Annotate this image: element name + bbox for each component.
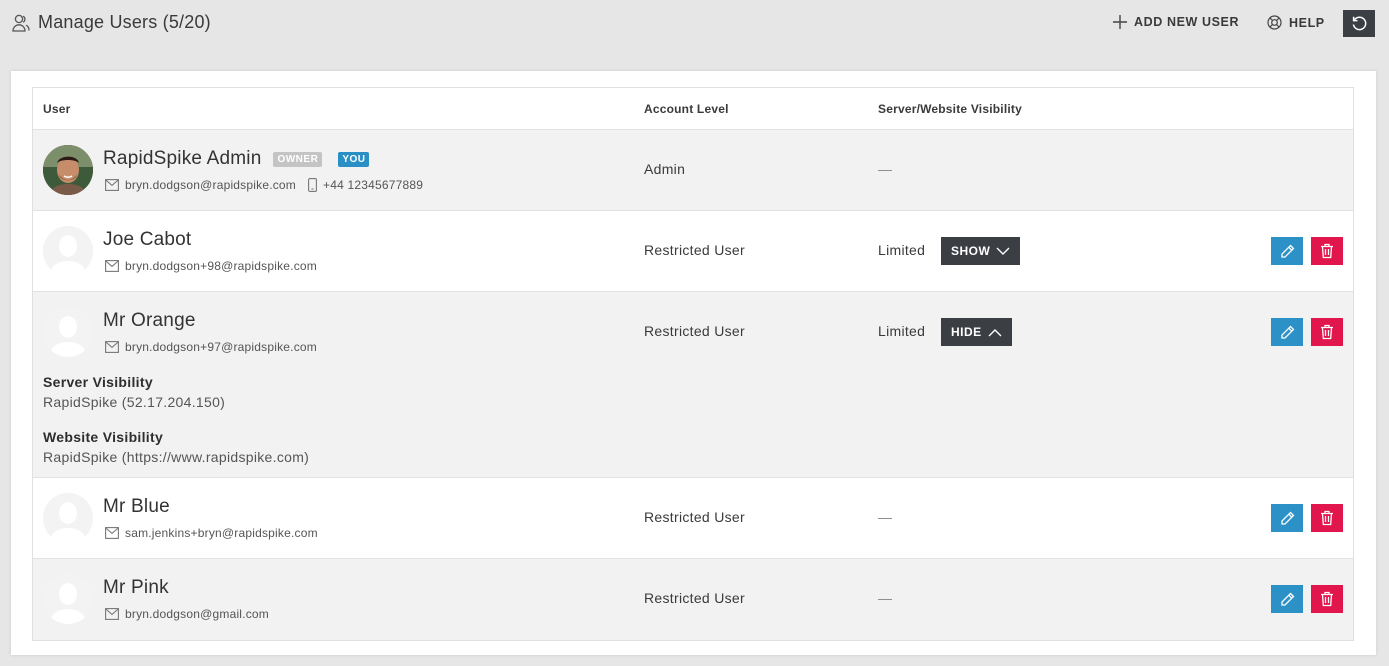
avatar (43, 574, 93, 624)
user-email: sam.jenkins+bryn@rapidspike.com (125, 526, 318, 540)
avatar (43, 307, 93, 357)
visibility-value: Limited (878, 242, 926, 258)
account-level: Restricted User (644, 590, 745, 606)
user-email: bryn.dodgson@rapidspike.com (125, 178, 297, 192)
refresh-button[interactable] (1343, 10, 1375, 37)
column-header-account-level: Account Level (644, 102, 729, 116)
user-name: Mr Orange (103, 310, 196, 332)
delete-user-button[interactable] (1311, 237, 1343, 265)
envelope-icon (105, 527, 119, 539)
top-bar: Manage Users (5/20) ADD NEW USER HELP (0, 0, 1389, 48)
visibility-value: — (878, 161, 893, 177)
column-header-visibility: Server/Website Visibility (878, 102, 1022, 116)
chevron-up-icon (988, 328, 1002, 337)
pencil-icon (1280, 511, 1295, 526)
user-contact: bryn.dodgson+98@rapidspike.com (105, 259, 317, 273)
chevron-down-icon (996, 247, 1010, 256)
owner-badge: OWNER (273, 151, 323, 167)
delete-user-button[interactable] (1311, 504, 1343, 532)
edit-user-button[interactable] (1271, 318, 1303, 346)
table-row: Mr Pink bryn.dodgson@gmail.com Restricte… (33, 559, 1353, 640)
edit-user-button[interactable] (1271, 237, 1303, 265)
users-panel: User Account Level Server/Website Visibi… (11, 71, 1376, 655)
envelope-icon (105, 341, 119, 353)
table-row: RapidSpike Admin OWNER YOU bryn.dodgson@… (33, 130, 1353, 211)
lifebuoy-icon (1267, 15, 1282, 30)
website-visibility-value: RapidSpike (https://www.rapidspike.com) (43, 449, 310, 465)
user-email: bryn.dodgson+98@rapidspike.com (125, 259, 317, 273)
user-name-text: RapidSpike Admin (103, 148, 262, 169)
user-contact: sam.jenkins+bryn@rapidspike.com (105, 526, 318, 540)
visibility-value: — (878, 509, 893, 525)
trash-icon (1320, 243, 1334, 259)
user-name: Mr Blue (103, 496, 170, 518)
users-icon (12, 13, 30, 33)
avatar (43, 493, 93, 543)
you-badge: YOU (338, 151, 370, 167)
delete-user-button[interactable] (1311, 318, 1343, 346)
help-label: HELP (1289, 15, 1325, 30)
user-name: RapidSpike Admin OWNER YOU (103, 148, 370, 170)
pencil-icon (1280, 244, 1295, 259)
user-email: bryn.dodgson+97@rapidspike.com (125, 340, 317, 354)
hide-label: HIDE (951, 325, 982, 339)
table-row: Joe Cabot bryn.dodgson+98@rapidspike.com… (33, 211, 1353, 292)
user-name-text: Mr Blue (103, 496, 170, 517)
mobile-phone-icon (308, 178, 317, 192)
add-new-user-button[interactable]: ADD NEW USER (1113, 15, 1239, 29)
table-row: Mr Orange bryn.dodgson+97@rapidspike.com… (33, 292, 1353, 478)
trash-icon (1320, 324, 1334, 340)
website-visibility-section: Website Visibility RapidSpike (https://w… (43, 429, 309, 465)
show-visibility-button[interactable]: SHOW (941, 237, 1021, 265)
refresh-icon (1351, 15, 1368, 32)
user-phone-number: +44 12345677889 (323, 178, 424, 192)
pencil-icon (1280, 325, 1295, 340)
envelope-icon (105, 608, 119, 620)
account-level: Admin (644, 161, 686, 177)
visibility-value: — (878, 590, 893, 606)
help-button[interactable]: HELP (1267, 15, 1325, 30)
server-visibility-value: RapidSpike (52.17.204.150) (43, 394, 226, 410)
account-level: Restricted User (644, 242, 745, 258)
avatar (43, 145, 93, 195)
user-contact: bryn.dodgson+97@rapidspike.com (105, 340, 317, 354)
edit-user-button[interactable] (1271, 585, 1303, 613)
user-name-text: Mr Pink (103, 577, 169, 598)
pencil-icon (1280, 592, 1295, 607)
delete-user-button[interactable] (1311, 585, 1343, 613)
user-contact: bryn.dodgson@gmail.com (105, 607, 269, 621)
user-name: Mr Pink (103, 577, 169, 599)
server-visibility-section: Server Visibility RapidSpike (52.17.204.… (43, 374, 225, 410)
add-new-user-label: ADD NEW USER (1134, 15, 1240, 29)
trash-icon (1320, 591, 1334, 607)
show-label: SHOW (951, 244, 991, 258)
user-name-text: Mr Orange (103, 310, 196, 331)
user-name-text: Joe Cabot (103, 229, 192, 250)
column-header-user: User (43, 102, 71, 116)
table-row: Mr Blue sam.jenkins+bryn@rapidspike.com … (33, 478, 1353, 559)
envelope-icon (105, 179, 119, 191)
visibility-value: Limited (878, 323, 926, 339)
hide-visibility-button[interactable]: HIDE (941, 318, 1012, 346)
account-level: Restricted User (644, 509, 745, 525)
page-header: Manage Users (5/20) (12, 12, 211, 33)
plus-icon (1113, 15, 1127, 29)
table-header: User Account Level Server/Website Visibi… (33, 88, 1353, 130)
website-visibility-heading: Website Visibility (43, 429, 164, 445)
envelope-icon (105, 260, 119, 272)
account-level: Restricted User (644, 323, 745, 339)
server-visibility-heading: Server Visibility (43, 374, 153, 390)
users-table: User Account Level Server/Website Visibi… (32, 87, 1354, 641)
user-phone: +44 12345677889 (308, 178, 423, 192)
user-contact: bryn.dodgson@rapidspike.com +44 12345677… (105, 178, 423, 192)
trash-icon (1320, 510, 1334, 526)
page-title: Manage Users (5/20) (38, 12, 211, 32)
edit-user-button[interactable] (1271, 504, 1303, 532)
avatar (43, 226, 93, 276)
user-email: bryn.dodgson@gmail.com (125, 607, 269, 621)
user-name: Joe Cabot (103, 229, 191, 251)
